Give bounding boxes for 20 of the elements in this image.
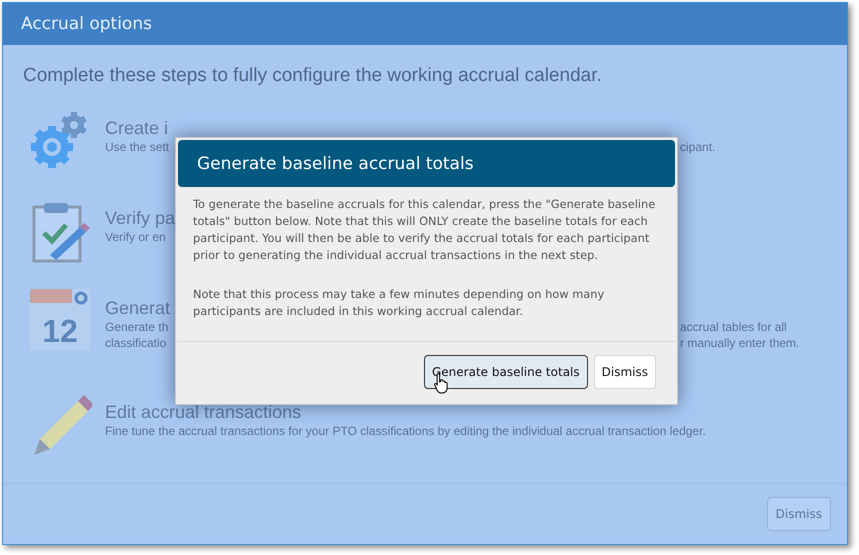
calendar-icon: 12 [30, 289, 90, 352]
intro-text: Complete these steps to fully configure the working accrual calendar. [23, 65, 603, 88]
dialog-message: Note that this process may take a few minutes depending on how many participants are included in this working accrual calendar. [193, 286, 606, 320]
step-title: Generat [105, 298, 170, 320]
dialog-message: To generate the baseline accruals for this calendar, press the "Generate baseline totals" button below. Note that this will ONLY create the baseline totals for each participant. You will then be able to verify the accrual totals for each participant prior to generating the individual accrual transactions in the next step. [193, 196, 656, 264]
window-title: Accrual options [3, 3, 847, 46]
dismiss-button[interactable]: Dismiss [594, 355, 656, 389]
step-description: Use the sett [105, 139, 170, 156]
step-description: Fine tune the accrual transactions for your PTO classifications by editing the individual accrual transaction ledger. [105, 423, 706, 440]
step-description: classificatio [105, 335, 168, 352]
step-description: cipant. [680, 139, 716, 156]
step-title: Verify pa [105, 208, 176, 230]
step-title: Edit accrual transactions [105, 402, 302, 424]
step-description: r manually enter them. [680, 335, 800, 352]
step-description: Verify or en [105, 229, 166, 246]
step-description: accrual tables for all [680, 319, 787, 336]
step-description: Generate th [105, 319, 170, 336]
dialog-title: Generate baseline accrual totals [178, 140, 675, 187]
step-title: Create i [105, 118, 168, 140]
generate-button[interactable]: Generate baseline totals [424, 355, 588, 389]
